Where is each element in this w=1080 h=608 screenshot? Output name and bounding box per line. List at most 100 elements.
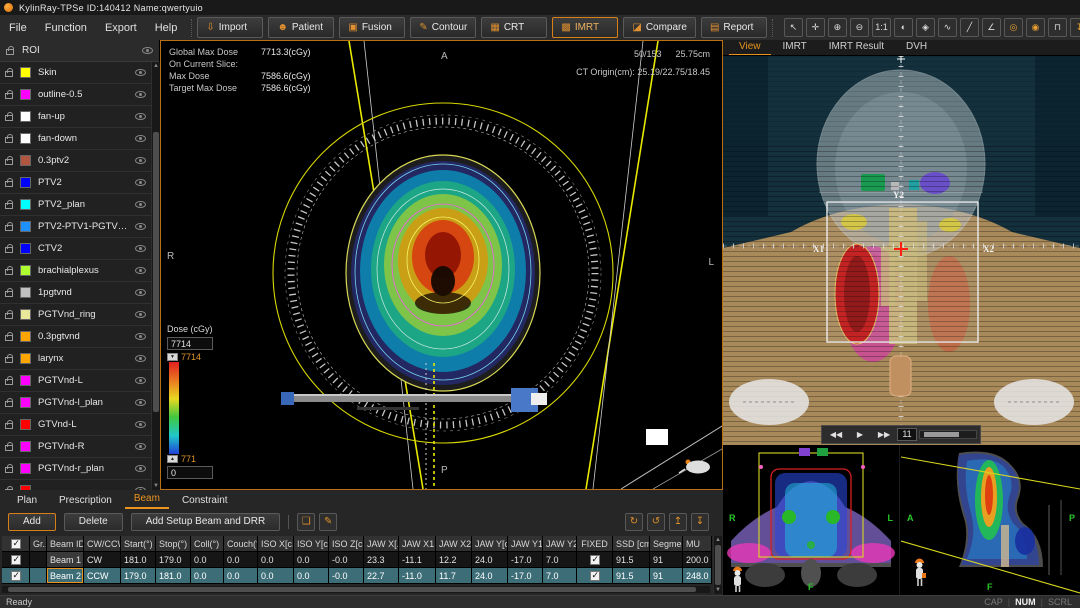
menu-export[interactable]: Export — [96, 22, 146, 34]
measure-angle-icon[interactable]: ∠ — [982, 18, 1001, 37]
eye-icon[interactable] — [142, 47, 153, 54]
add-beam-button[interactable]: Add — [8, 513, 56, 531]
column-header[interactable]: JAW Y1... — [508, 536, 543, 552]
lock-icon[interactable] — [5, 291, 13, 297]
eye-icon[interactable] — [135, 465, 146, 472]
tab-imrt[interactable]: IMRT — [773, 40, 817, 55]
CTV2[interactable]: CTV2 — [0, 238, 151, 260]
tab-constraint[interactable]: Constraint — [173, 493, 237, 509]
eye-icon[interactable] — [135, 223, 146, 230]
lock-icon[interactable] — [5, 137, 13, 143]
eye-icon[interactable] — [135, 421, 146, 428]
copy-beam-icon[interactable]: ❏ — [297, 513, 315, 531]
move-down-icon[interactable]: ↧ — [691, 513, 709, 531]
dose-max-input[interactable]: 7714 — [167, 337, 213, 350]
dose-max-handle[interactable]: ▼7714 — [167, 352, 231, 362]
window-level-icon[interactable]: ◐ — [894, 18, 913, 37]
lock-icon[interactable] — [5, 93, 13, 99]
eye-icon[interactable] — [135, 399, 146, 406]
column-header[interactable]: ISO Y[c... — [294, 536, 329, 552]
frame-slider[interactable] — [919, 430, 977, 439]
actual-size-icon[interactable]: 1:1 — [872, 18, 891, 37]
PGTVnd-L[interactable]: PGTVnd-L — [0, 370, 151, 392]
eye-icon[interactable] — [135, 333, 146, 340]
patient-button[interactable]: ☻ Patient — [268, 17, 334, 38]
lock-icon[interactable] — [5, 445, 13, 451]
roi-scrollbar[interactable]: ▲ ▼ — [151, 62, 160, 490]
tab-imrt-result[interactable]: IMRT Result — [819, 40, 894, 55]
PTV2_plan[interactable]: PTV2_plan — [0, 194, 151, 216]
dose-min-input[interactable]: 0 — [167, 466, 213, 479]
dose-display-icon[interactable]: ◎ — [1004, 18, 1023, 37]
menu-file[interactable]: File — [0, 22, 36, 34]
eye-icon[interactable] — [135, 91, 146, 98]
column-header[interactable]: Segment — [650, 536, 683, 552]
locate-3d-icon[interactable]: ◈ — [916, 18, 935, 37]
lock-icon[interactable] — [5, 247, 13, 253]
column-header[interactable]: Coll(°) — [191, 536, 224, 552]
lock-icon[interactable] — [5, 335, 13, 341]
eye-icon[interactable] — [135, 179, 146, 186]
column-header[interactable]: Beam ID — [47, 536, 84, 552]
eye-icon[interactable] — [135, 157, 146, 164]
coronal-view[interactable]: R L F — [723, 445, 900, 595]
crt-button[interactable]: ▦ CRT — [481, 17, 547, 38]
rotate-ccw-icon[interactable]: ↺ — [647, 513, 665, 531]
checkbox[interactable] — [11, 571, 21, 581]
fan-up[interactable]: fan-up — [0, 106, 151, 128]
import-button[interactable]: ⇩ Import — [197, 17, 263, 38]
column-header[interactable]: ISO X[c... — [258, 536, 294, 552]
outline-0.5[interactable]: outline-0.5 — [0, 84, 151, 106]
compare-button[interactable]: ◪ Compare — [623, 17, 696, 38]
lock-icon[interactable] — [5, 181, 13, 187]
zoom-out-icon[interactable]: ⊖ — [850, 18, 869, 37]
column-header[interactable]: JAW X1... — [399, 536, 436, 552]
axial-ct-view[interactable]: Global Max Dose7713.3(cGy) On Current Sl… — [160, 40, 723, 490]
PGTVnd_ring[interactable]: PGTVnd_ring — [0, 304, 151, 326]
table-row[interactable]: Beam 1CW181.0179.00.00.00.00.0-0.023.3-1… — [2, 552, 712, 568]
GTVnd-L[interactable]: GTVnd-L — [0, 414, 151, 436]
lock-icon[interactable] — [5, 379, 13, 385]
brachialplexus[interactable]: brachialplexus — [0, 260, 151, 282]
eye-icon[interactable] — [135, 113, 146, 120]
lock-icon[interactable] — [5, 159, 13, 165]
lock-icon[interactable] — [5, 467, 13, 473]
contour-button[interactable]: ✎ Contour — [410, 17, 476, 38]
dose-min-handle[interactable]: ▲771 — [167, 454, 231, 464]
tab-plan[interactable]: Plan — [8, 493, 46, 509]
eye-icon[interactable] — [135, 135, 146, 142]
lock-icon[interactable] — [5, 357, 13, 363]
forward-button[interactable]: ▶▶ — [873, 430, 895, 439]
move-up-icon[interactable]: ↥ — [669, 513, 687, 531]
fusion-button[interactable]: ▣ Fusion — [339, 17, 405, 38]
rotate-cw-icon[interactable]: ↻ — [625, 513, 643, 531]
tab-dvh[interactable]: DVH — [896, 40, 937, 55]
report-button[interactable]: ▤ Report — [701, 17, 767, 38]
checkbox[interactable] — [11, 555, 21, 565]
column-header[interactable]: JAW Y[c... — [472, 536, 508, 552]
sagittal-view[interactable]: A P F — [901, 445, 1080, 595]
eye-icon[interactable] — [135, 69, 146, 76]
lock-icon[interactable] — [5, 203, 13, 209]
column-header[interactable]: JAW Y2... — [543, 536, 577, 552]
lock-icon[interactable] — [6, 49, 14, 55]
delete-beam-button[interactable]: Delete — [64, 513, 123, 531]
fan-down[interactable]: fan-down — [0, 128, 151, 150]
pan-tool-icon[interactable]: ✛ — [806, 18, 825, 37]
pointer-tool-icon[interactable]: ↖ — [784, 18, 803, 37]
eye-icon[interactable] — [135, 245, 146, 252]
lock-icon[interactable] — [5, 401, 13, 407]
table-row[interactable]: Beam 2CCW179.0181.00.00.00.00.0-0.022.7-… — [2, 568, 712, 584]
column-header[interactable]: CW/CCW — [84, 536, 121, 552]
edit-beam-icon[interactable]: ✎ — [319, 513, 337, 531]
eye-icon[interactable] — [135, 443, 146, 450]
beam-eye-view[interactable]: X1 X2 Y2 — [723, 56, 1080, 445]
eye-icon[interactable] — [135, 377, 146, 384]
lock-icon[interactable]: ⊓ — [1048, 18, 1067, 37]
save-icon[interactable]: ↧ — [1070, 18, 1080, 37]
eye-icon[interactable] — [135, 201, 146, 208]
tab-prescription[interactable]: Prescription — [50, 493, 121, 509]
dose-ring-icon[interactable]: ◉ — [1026, 18, 1045, 37]
eye-icon[interactable] — [135, 311, 146, 318]
tab-view[interactable]: View — [729, 40, 771, 55]
